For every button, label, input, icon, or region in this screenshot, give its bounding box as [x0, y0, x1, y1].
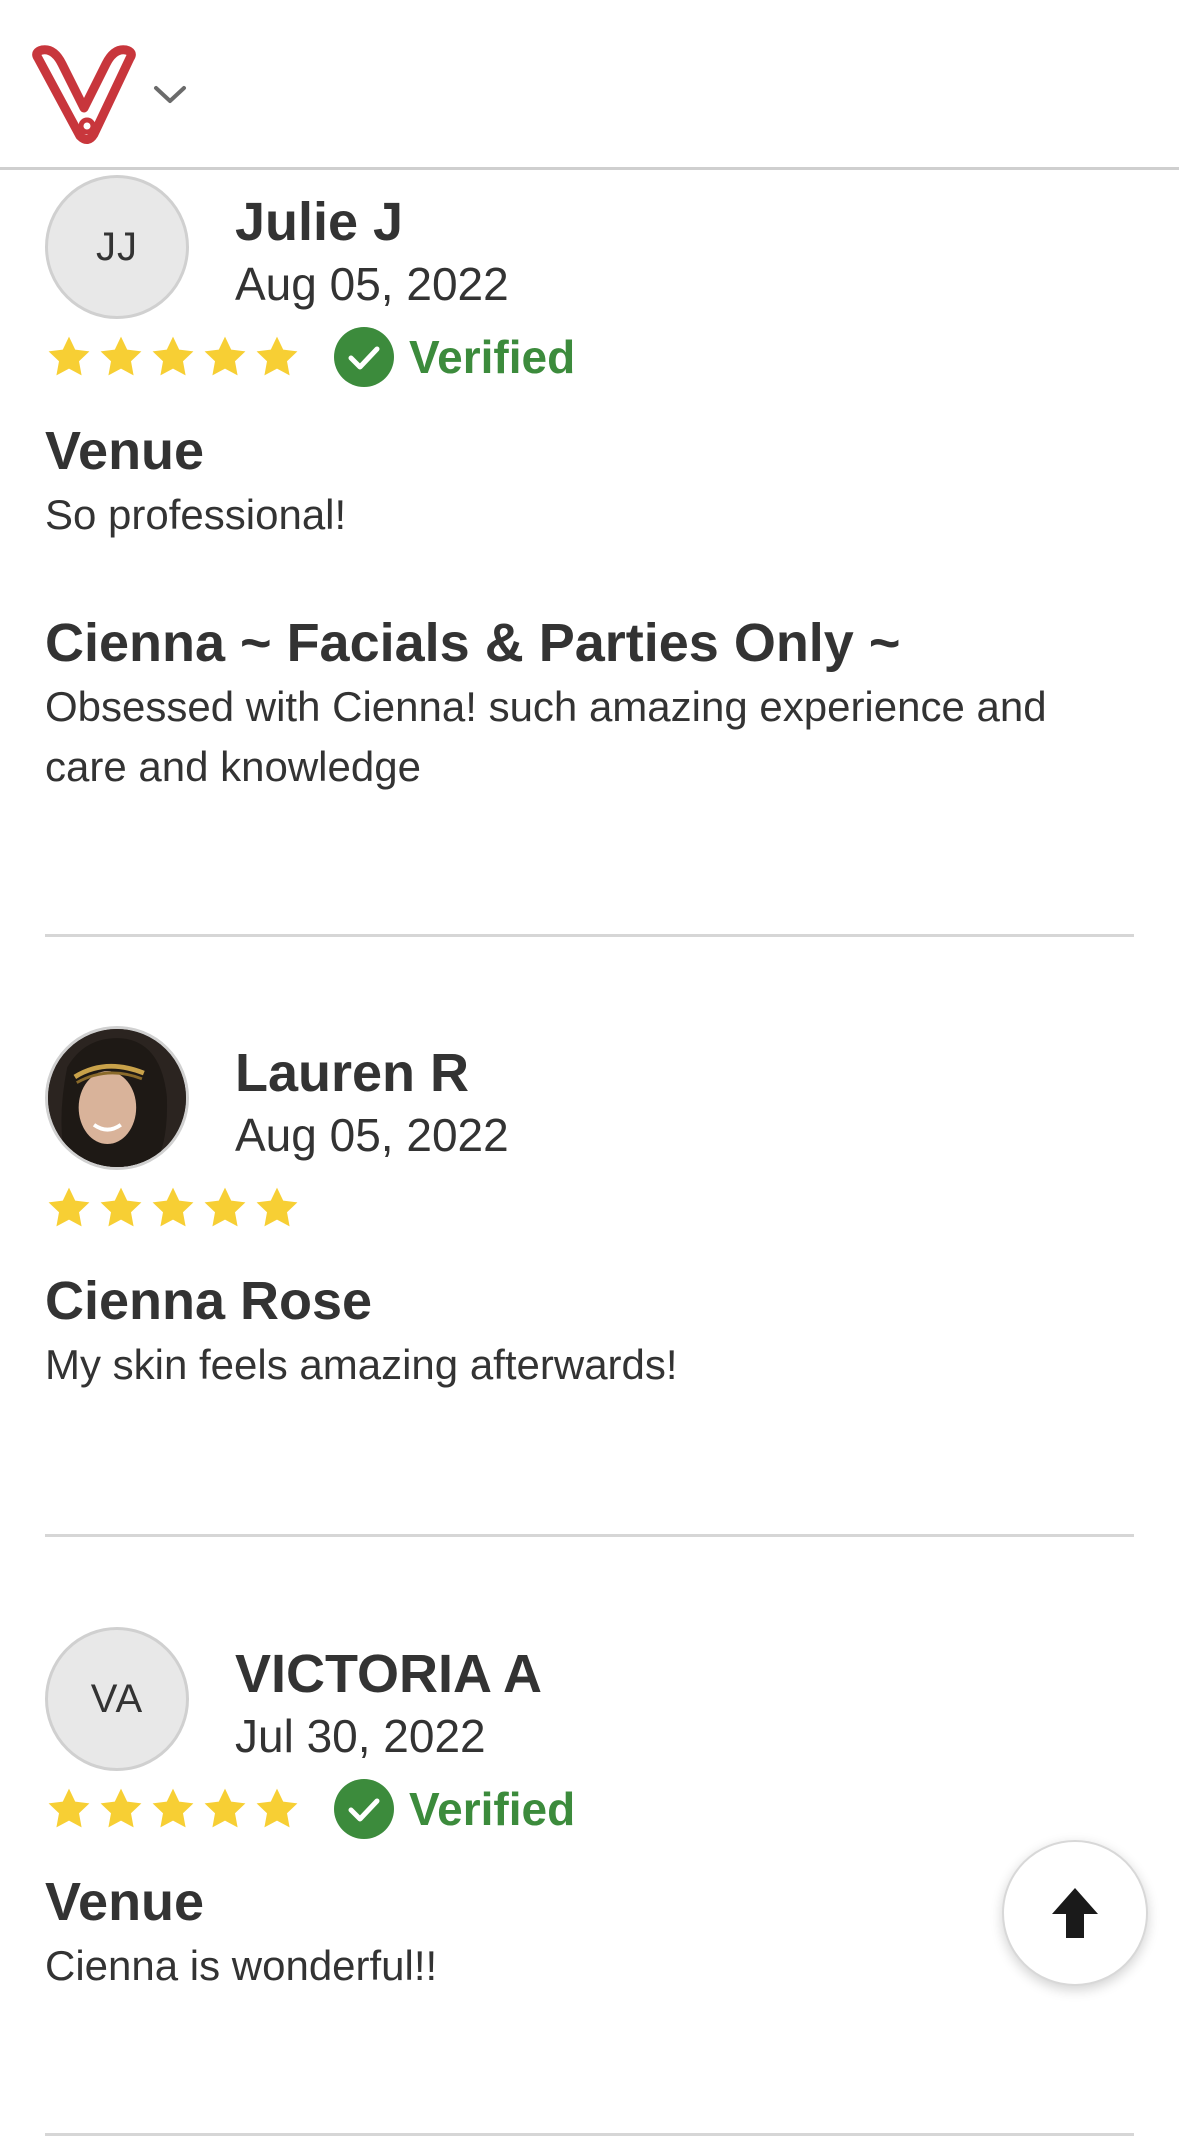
arrow-up-icon — [1052, 1888, 1098, 1938]
star-icon — [152, 1788, 194, 1828]
star-rating — [45, 1184, 301, 1232]
user-photo-icon — [48, 1029, 186, 1167]
check-circle-icon — [334, 1779, 394, 1839]
review-date: Aug 05, 2022 — [235, 1109, 509, 1161]
avatar — [45, 1026, 189, 1170]
star-icon — [256, 1788, 298, 1828]
star-icon — [256, 336, 298, 376]
star-icon — [48, 1187, 90, 1227]
star-rating — [45, 1785, 301, 1833]
star-icon — [204, 1187, 246, 1227]
review-section-text: Obsessed with Cienna! such amazing exper… — [45, 683, 1047, 790]
star-icon — [204, 336, 246, 376]
star-icon — [100, 1788, 142, 1828]
reviewer-name: Julie J — [235, 192, 404, 252]
review-section-title: Venue — [45, 1872, 205, 1932]
rating-row: Verified — [45, 325, 575, 389]
rating-row — [45, 1176, 301, 1240]
star-icon — [256, 1187, 298, 1227]
wedding-wire-logo-icon[interactable] — [28, 44, 140, 148]
review-date: Aug 05, 2022 — [235, 258, 509, 310]
review-divider — [45, 934, 1134, 937]
avatar: JJ — [45, 175, 189, 319]
chevron-down-icon[interactable] — [152, 80, 188, 108]
review-section-text: Cienna is wonderful!! — [45, 1942, 438, 1989]
review-section-title: Cienna Rose — [45, 1271, 373, 1331]
star-rating — [45, 333, 301, 381]
star-icon — [152, 336, 194, 376]
star-icon — [204, 1788, 246, 1828]
star-icon — [100, 1187, 142, 1227]
app-header — [0, 0, 1179, 170]
review-section-text: My skin feels amazing afterwards! — [45, 1341, 678, 1388]
reviewer-name: VICTORIA A — [235, 1644, 543, 1704]
star-icon — [152, 1187, 194, 1227]
review-card: VA VICTORIA A Jul 30, 2022 Verified Venu… — [45, 1627, 1134, 2027]
review-section-text: So professional! — [45, 491, 347, 538]
check-circle-icon — [334, 327, 394, 387]
review-section-title: Cienna ~ Facials & Parties Only ~ — [45, 613, 901, 673]
verified-label: Verified — [409, 1783, 576, 1835]
rating-row: Verified — [45, 1777, 575, 1841]
verified-badge: Verified — [333, 1778, 575, 1840]
star-icon — [48, 1788, 90, 1828]
scroll-to-top-button[interactable] — [1002, 1840, 1148, 1986]
review-date: Jul 30, 2022 — [235, 1710, 486, 1762]
review-card: JJ Julie J Aug 05, 2022 Verified Venue S… — [45, 175, 1134, 825]
review-divider — [45, 2133, 1134, 2136]
verified-badge: Verified — [333, 326, 575, 388]
verified-label: Verified — [409, 331, 576, 383]
reviews-page: JJ Julie J Aug 05, 2022 Verified Venue S… — [0, 0, 1179, 2138]
avatar: VA — [45, 1627, 189, 1771]
star-icon — [48, 336, 90, 376]
review-section-title: Venue — [45, 421, 205, 481]
reviewer-name: Lauren R — [235, 1043, 470, 1103]
review-divider — [45, 1534, 1134, 1537]
review-card: Lauren R Aug 05, 2022 Cienna Rose My ski… — [45, 1026, 1134, 1426]
star-icon — [100, 336, 142, 376]
